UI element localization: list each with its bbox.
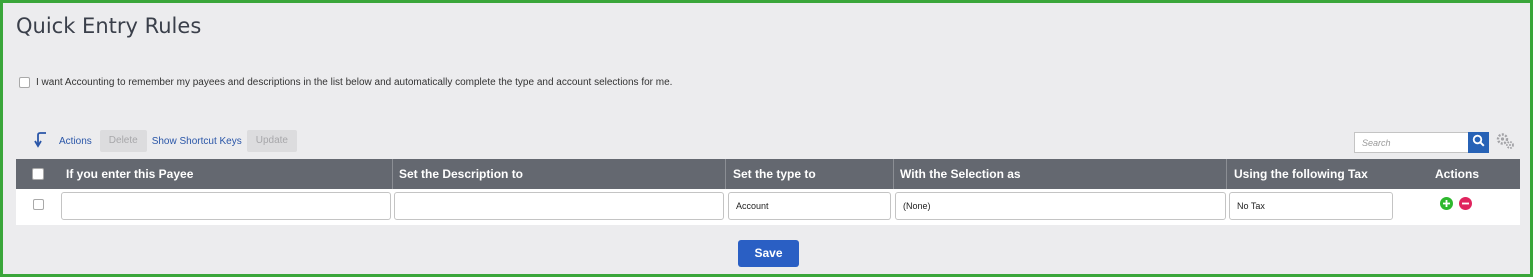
table-row: Account (None) No Tax xyxy=(16,189,1520,225)
show-shortcut-keys-link[interactable]: Show Shortcut Keys xyxy=(152,136,242,147)
remember-option[interactable]: I want Accounting to remember my payees … xyxy=(19,77,672,88)
column-divider xyxy=(392,159,393,189)
remember-label: I want Accounting to remember my payees … xyxy=(36,77,673,88)
column-divider xyxy=(1226,159,1227,189)
actions-menu-button[interactable]: Actions xyxy=(34,131,92,152)
payee-input[interactable] xyxy=(61,192,391,220)
delete-button[interactable]: Delete xyxy=(99,130,147,152)
description-input[interactable] xyxy=(394,192,724,220)
column-header-actions: Actions xyxy=(1435,167,1480,181)
search-icon xyxy=(1472,134,1485,152)
gear-icon[interactable] xyxy=(1496,132,1516,155)
search-button[interactable] xyxy=(1468,132,1489,153)
add-row-icon[interactable] xyxy=(1440,197,1453,210)
column-header-type[interactable]: Set the type to xyxy=(733,159,816,189)
column-header-description[interactable]: Set the Description to xyxy=(399,159,523,189)
search-box xyxy=(1354,132,1489,153)
select-all-checkbox[interactable] xyxy=(32,168,44,180)
return-arrow-icon xyxy=(34,131,50,152)
row-checkbox[interactable] xyxy=(33,199,44,210)
column-divider xyxy=(725,159,726,189)
update-button[interactable]: Update xyxy=(246,130,297,152)
table-header: If you enter this Payee Set the Descript… xyxy=(16,159,1520,189)
page-title: Quick Entry Rules xyxy=(16,14,202,38)
column-header-tax[interactable]: Using the following Tax xyxy=(1234,159,1368,189)
column-divider xyxy=(893,159,894,189)
tax-select[interactable]: No Tax xyxy=(1229,192,1393,220)
selection-select[interactable]: (None) xyxy=(895,192,1226,220)
column-header-payee[interactable]: If you enter this Payee xyxy=(66,159,193,189)
column-header-selection[interactable]: With the Selection as xyxy=(900,159,1021,189)
actions-label: Actions xyxy=(59,135,92,147)
toolbar: Actions Delete Show Shortcut Keys Update xyxy=(34,130,297,152)
save-button[interactable]: Save xyxy=(738,240,799,267)
search-input[interactable] xyxy=(1354,132,1468,153)
remove-row-icon[interactable] xyxy=(1459,197,1472,210)
type-select[interactable]: Account xyxy=(728,192,891,220)
remember-checkbox[interactable] xyxy=(19,77,30,88)
